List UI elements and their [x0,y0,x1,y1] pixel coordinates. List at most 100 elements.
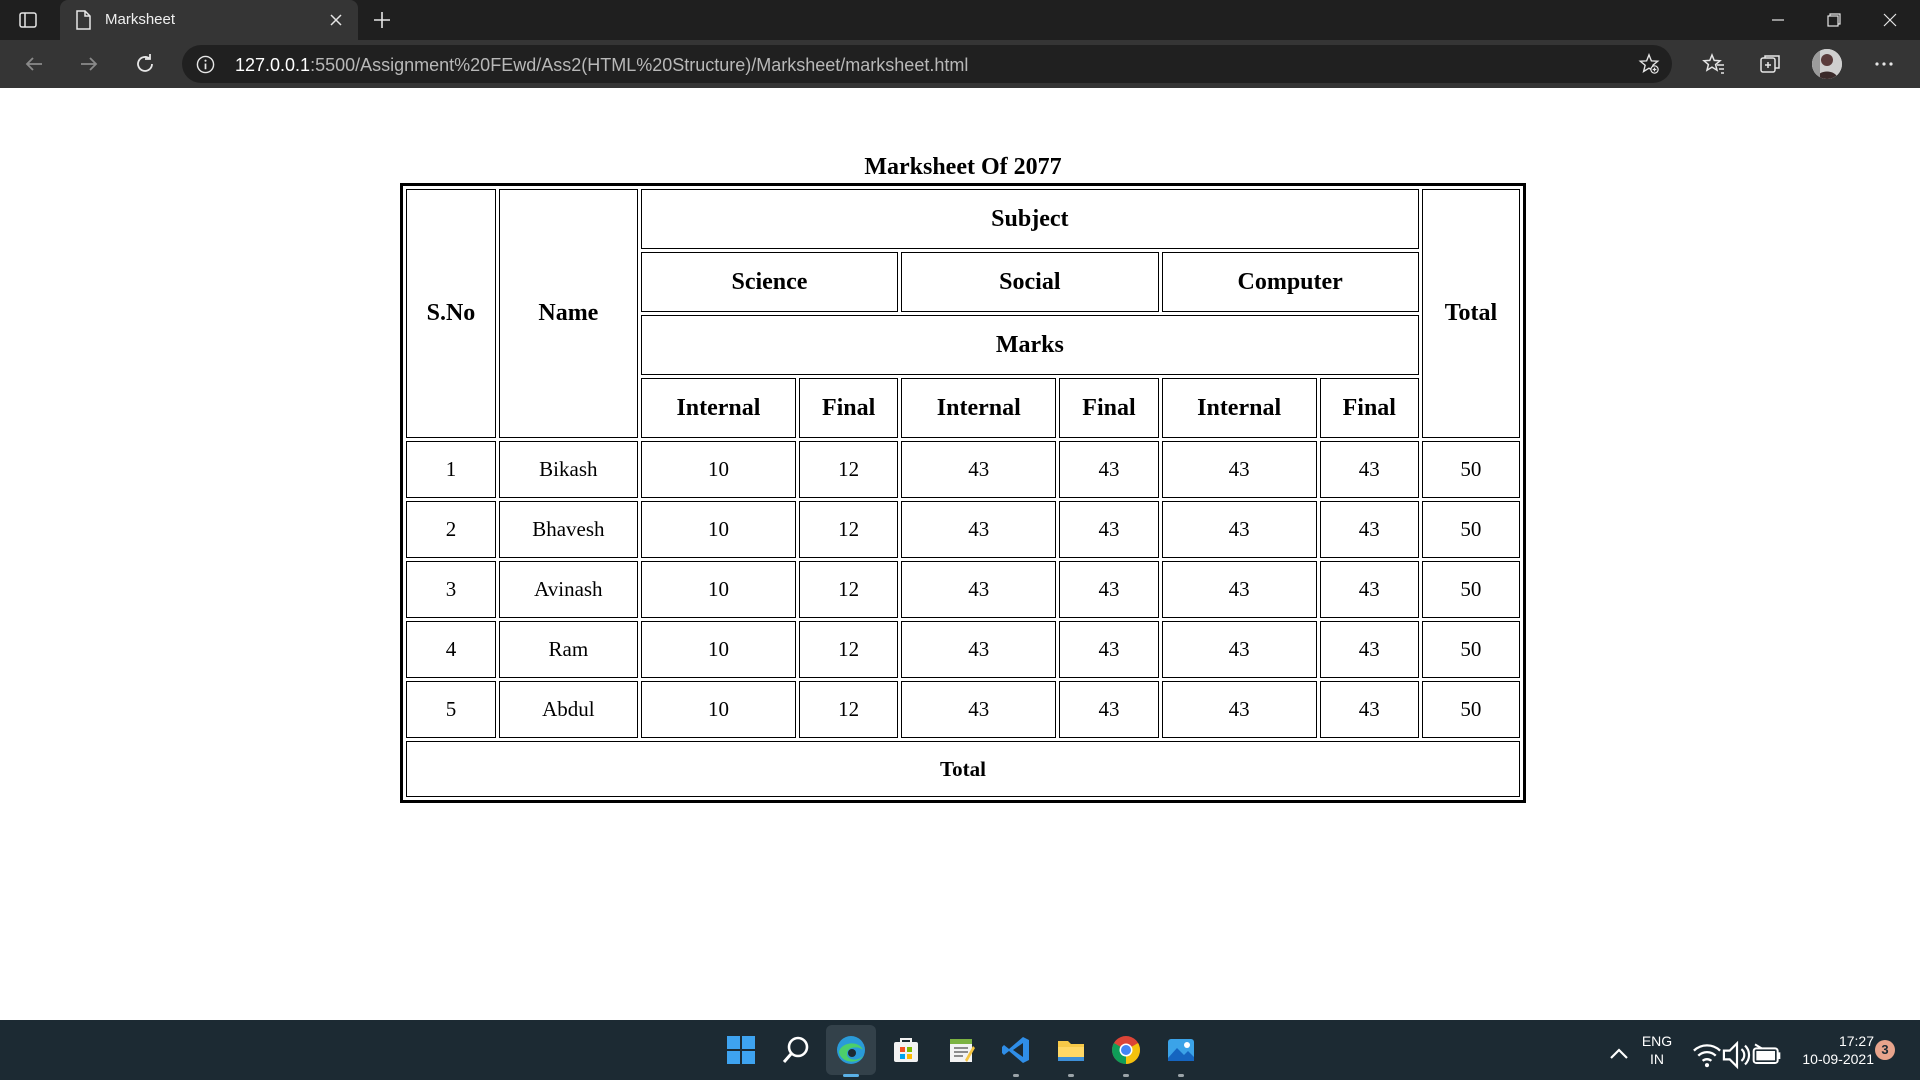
file-explorer-icon[interactable] [1055,1034,1087,1066]
notepad-icon[interactable] [945,1034,977,1066]
cell-name: Abdul [498,681,638,738]
cell-computer-final: 43 [1319,681,1419,738]
cell-sno: 3 [406,561,496,618]
cell-social-final: 43 [1059,561,1159,618]
cell-social-final: 43 [1059,501,1159,558]
restore-icon[interactable] [1806,0,1862,40]
cell-science-internal: 10 [640,621,797,678]
url-path: :5500/Assignment%20FEwd/Ass2(HTML%20Stru… [310,55,969,75]
store-icon[interactable] [890,1034,922,1066]
more-options-icon[interactable] [1872,52,1896,76]
table-row: 4 Ram 10 12 43 43 43 43 50 [406,621,1520,678]
cell-total: 50 [1421,681,1520,738]
marksheet-table: Marksheet Of 2077 S.No Name Subject Tota… [400,154,1526,803]
close-window-icon[interactable] [1862,0,1918,40]
language-indicator[interactable]: ENG IN [1641,1032,1673,1068]
cell-social-final: 43 [1059,681,1159,738]
browser-tab[interactable]: Marksheet [60,0,358,40]
vscode-running-indicator [1013,1074,1019,1077]
battery-icon[interactable] [1751,1039,1781,1064]
favorites-icon[interactable] [1702,52,1726,76]
cell-social-internal: 43 [901,681,1057,738]
cell-sno: 1 [406,441,496,498]
address-bar[interactable]: 127.0.0.1:5500/Assignment%20FEwd/Ass2(HT… [182,45,1672,83]
cell-computer-final: 43 [1319,561,1419,618]
header-name: Name [498,189,638,438]
cell-total: 50 [1421,561,1520,618]
table-caption: Marksheet Of 2077 [864,154,1062,180]
cell-total: 50 [1421,621,1520,678]
cell-social-internal: 43 [901,441,1057,498]
edge-icon[interactable] [835,1034,867,1066]
cell-sno: 2 [406,501,496,558]
header-science-final: Final [799,378,899,438]
tab-actions-icon[interactable] [18,10,38,30]
page-icon [74,10,92,30]
wifi-icon[interactable] [1691,1039,1721,1068]
cell-name: Avinash [498,561,638,618]
header-total: Total [1421,189,1520,438]
photos-icon[interactable] [1165,1034,1197,1066]
header-social: Social [901,252,1159,312]
chrome-running-indicator [1123,1074,1129,1077]
cell-total: 50 [1421,501,1520,558]
header-marks: Marks [640,315,1419,375]
header-social-final: Final [1059,378,1159,438]
back-icon[interactable] [22,52,46,76]
cell-science-internal: 10 [640,561,797,618]
header-computer-internal: Internal [1161,378,1317,438]
cell-science-internal: 10 [640,501,797,558]
forward-icon[interactable] [77,52,101,76]
cell-name: Bikash [498,441,638,498]
region-code: IN [1650,1051,1664,1067]
header-social-internal: Internal [901,378,1057,438]
cell-computer-internal: 43 [1161,441,1317,498]
cell-science-final: 12 [799,441,899,498]
taskbar: ENG IN 17:27 10-09-2021 3 [0,1020,1920,1080]
cell-computer-final: 43 [1319,441,1419,498]
search-icon[interactable] [780,1034,812,1066]
table-row: 3 Avinash 10 12 43 43 43 43 50 [406,561,1520,618]
cell-name: Bhavesh [498,501,638,558]
clock-date: 10-09-2021 [1802,1051,1874,1067]
cell-science-final: 12 [799,621,899,678]
chrome-icon[interactable] [1110,1034,1142,1066]
add-favorite-icon[interactable] [1638,52,1660,75]
table-row: 1 Bikash 10 12 43 43 43 43 50 [406,441,1520,498]
start-icon[interactable] [725,1034,757,1066]
header-science-internal: Internal [640,378,797,438]
cell-computer-internal: 43 [1161,561,1317,618]
table-row: 5 Abdul 10 12 43 43 43 43 50 [406,681,1520,738]
collections-icon[interactable] [1758,52,1782,76]
title-bar: Marksheet [0,0,1920,40]
refresh-icon[interactable] [133,52,157,76]
tab-title: Marksheet [105,11,176,28]
profile-avatar[interactable] [1812,49,1842,79]
cell-sno: 4 [406,621,496,678]
url-host: 127.0.0.1 [235,55,311,75]
cell-computer-internal: 43 [1161,621,1317,678]
footer-total: Total [406,741,1520,797]
site-info-icon[interactable] [196,55,215,74]
cell-total: 50 [1421,441,1520,498]
chevron-up-icon[interactable] [1603,1038,1628,1062]
cell-social-internal: 43 [901,621,1057,678]
cell-science-final: 12 [799,681,899,738]
new-tab-icon[interactable] [370,8,394,32]
close-tab-icon[interactable] [326,10,346,30]
cell-name: Ram [498,621,638,678]
volume-icon[interactable] [1721,1039,1751,1070]
url-text[interactable]: 127.0.0.1:5500/Assignment%20FEwd/Ass2(HT… [235,55,968,76]
cell-social-internal: 43 [901,561,1057,618]
header-computer: Computer [1161,252,1419,312]
language-code: ENG [1641,1033,1673,1049]
vscode-icon[interactable] [1000,1034,1032,1066]
cell-social-internal: 43 [901,501,1057,558]
system-clock[interactable]: 17:27 10-09-2021 [1784,1032,1874,1068]
notification-badge[interactable]: 3 [1875,1040,1895,1060]
header-subject: Subject [640,189,1419,249]
cell-science-internal: 10 [640,681,797,738]
minimize-icon[interactable] [1750,0,1806,40]
cell-science-final: 12 [799,501,899,558]
edge-running-indicator [843,1074,859,1077]
